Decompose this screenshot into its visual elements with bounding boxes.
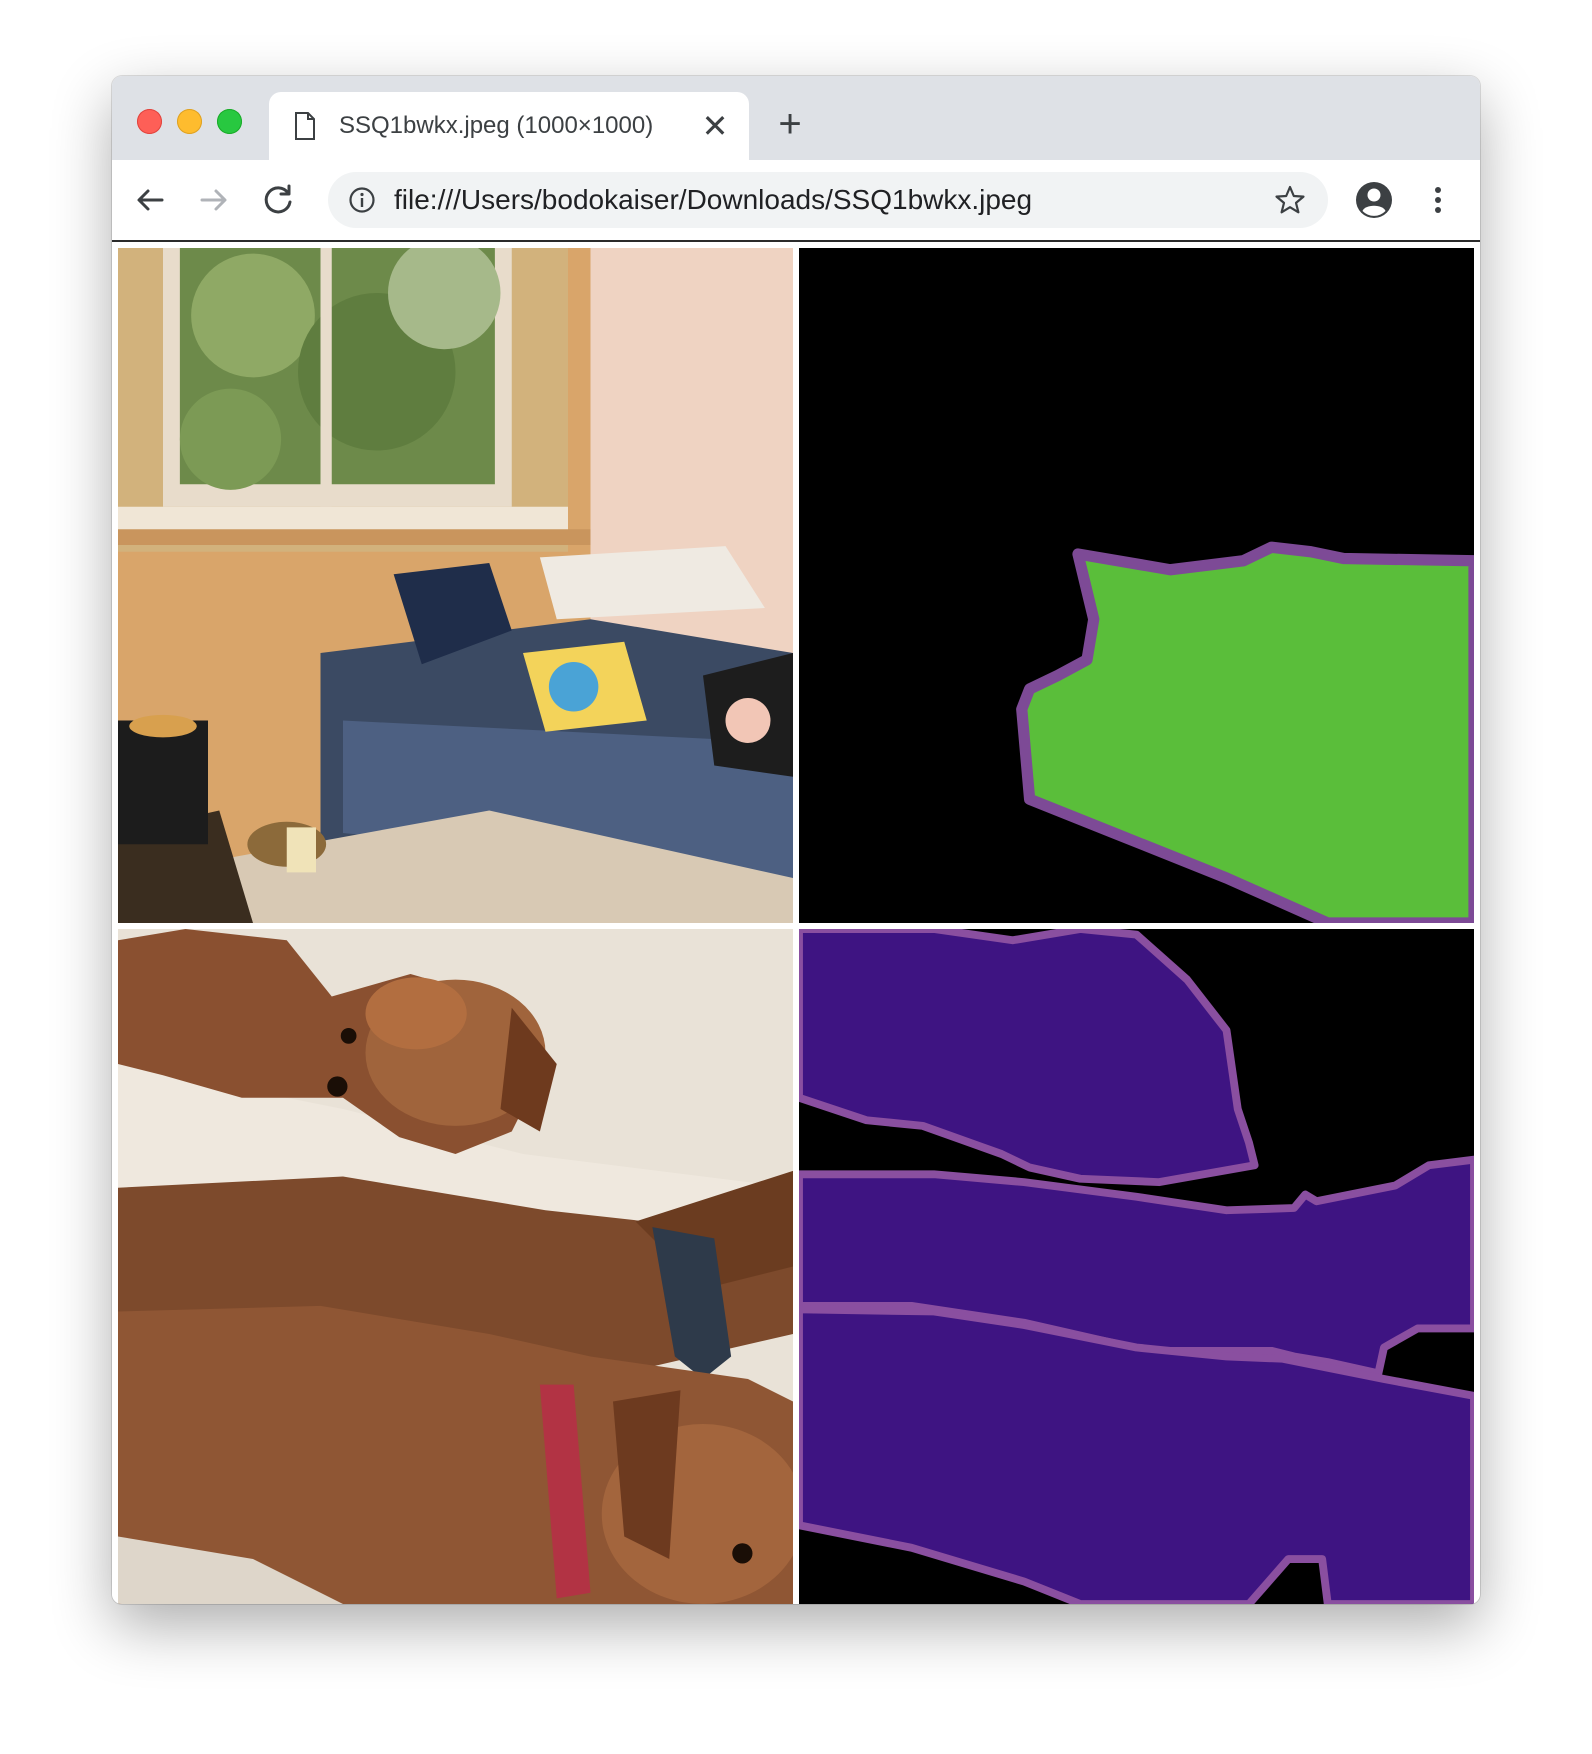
star-icon[interactable]: [1274, 184, 1306, 216]
close-window-button[interactable]: [137, 109, 162, 134]
minimize-window-button[interactable]: [177, 109, 202, 134]
info-icon[interactable]: [348, 186, 376, 214]
tab-strip: SSQ1bwkx.jpeg (1000×1000) ✕ +: [112, 76, 1480, 160]
reload-icon[interactable]: [256, 178, 300, 222]
tab-title: SSQ1bwkx.jpeg (1000×1000): [339, 112, 654, 139]
browser-window: SSQ1bwkx.jpeg (1000×1000) ✕ + file:///Us…: [112, 76, 1480, 1604]
new-tab-button[interactable]: +: [772, 104, 808, 144]
menu-icon[interactable]: [1418, 180, 1458, 220]
url-text[interactable]: file:///Users/bodokaiser/Downloads/SSQ1b…: [394, 182, 1032, 218]
image-viewport: [112, 242, 1480, 1604]
dogs-segmentation-mask: [799, 929, 1474, 1604]
tab-active[interactable]: SSQ1bwkx.jpeg (1000×1000) ✕: [269, 92, 749, 160]
back-arrow-icon[interactable]: [128, 178, 172, 222]
image-grid: [118, 248, 1474, 1604]
browser-toolbar: file:///Users/bodokaiser/Downloads/SSQ1b…: [112, 160, 1480, 242]
profile-icon[interactable]: [1354, 180, 1394, 220]
address-bar[interactable]: file:///Users/bodokaiser/Downloads/SSQ1b…: [328, 172, 1328, 228]
forward-arrow-icon[interactable]: [192, 178, 236, 222]
maximize-window-button[interactable]: [217, 109, 242, 134]
document-icon: [295, 112, 315, 140]
sofa-segmentation-mask: [799, 248, 1474, 923]
close-tab-icon[interactable]: ✕: [699, 110, 731, 142]
dachshunds-photo: [118, 929, 793, 1604]
living-room-photo: [118, 248, 793, 923]
